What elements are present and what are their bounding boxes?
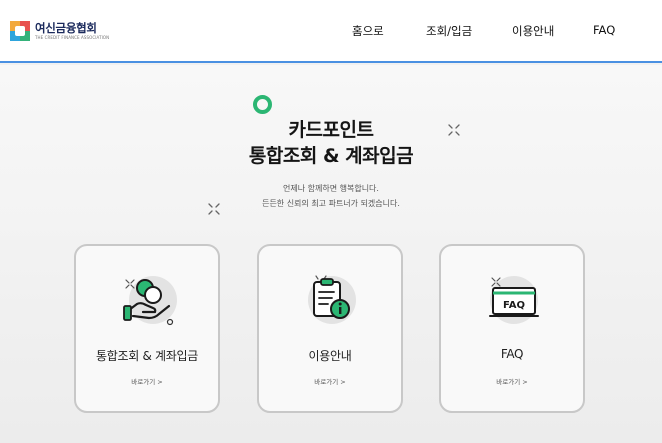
logo-name: 여신금융협회 [35, 20, 97, 35]
top-navigation-bar: 여신금융협회 THE CREDIT FINANCE ASSOCIATION 홈으… [0, 0, 662, 63]
main-content: 카드포인트 통합조회 & 계좌입금 언제나 함께하면 행복합니다. 든든한 신뢰… [0, 65, 662, 443]
logo-subtitle: THE CREDIT FINANCE ASSOCIATION [35, 34, 110, 40]
nav-home[interactable]: 홈으로 [352, 23, 384, 39]
shortcut-link[interactable]: 바로가기 > [259, 376, 401, 386]
coin-in-hand-icon [123, 276, 177, 326]
association-logo[interactable]: 여신금융협회 THE CREDIT FINANCE ASSOCIATION [10, 21, 109, 41]
hero-subtitle-line2: 든든한 신뢰의 최고 파트너가 되겠습니다. [262, 199, 400, 208]
nav-lookup-deposit[interactable]: 조회/입금 [426, 23, 472, 39]
card-lookup-deposit[interactable]: 통합조회 & 계좌입금 바로가기 > [74, 244, 220, 413]
hero-title-line2: 통합조회 & 계좌입금 [248, 145, 414, 167]
svg-text:FAQ: FAQ [503, 300, 525, 311]
logo-mark-icon [10, 21, 30, 41]
clipboard-info-icon [308, 275, 356, 324]
faq-monitor-icon: FAQ [489, 276, 539, 324]
card-title: 통합조회 & 계좌입금 [95, 349, 198, 363]
decorative-ring-icon [253, 95, 272, 114]
shortcut-link[interactable]: 바로가기 > [441, 376, 583, 386]
card-faq[interactable]: FAQ FAQ 바로가기 > [439, 244, 585, 413]
nav-usage-guide[interactable]: 이용안내 [512, 23, 554, 39]
card-usage-guide[interactable]: 이용안내 바로가기 > [257, 244, 403, 413]
card-title: FAQ [500, 347, 524, 361]
hero-title-line1: 카드포인트 [288, 119, 374, 141]
card-title: 이용안내 [308, 349, 352, 363]
hero-subtitle-line1: 언제나 함께하면 행복합니다. [283, 184, 379, 193]
nav-faq[interactable]: FAQ [593, 23, 615, 37]
shortcut-link[interactable]: 바로가기 > [76, 376, 218, 386]
